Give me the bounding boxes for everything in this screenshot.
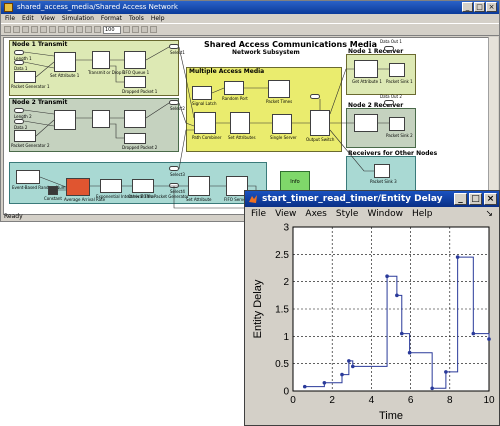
sim-close-button[interactable]: × xyxy=(486,2,497,12)
plot-menu-view[interactable]: View xyxy=(275,207,296,221)
data-point xyxy=(302,384,307,389)
y-tick-label: 2.5 xyxy=(275,250,289,261)
simulink-app-icon xyxy=(4,3,13,12)
x-tick-label: 0 xyxy=(290,395,296,406)
matlab-logo-icon xyxy=(249,195,257,203)
y-tick-label: 1 xyxy=(283,332,289,343)
library-icon[interactable] xyxy=(141,26,148,33)
build-icon[interactable] xyxy=(132,26,139,33)
plot-maximize-button[interactable]: □ xyxy=(469,193,482,205)
data-point xyxy=(322,381,327,385)
canvas-vertical-scrollbar[interactable] xyxy=(488,37,498,213)
x-axis-label: Time xyxy=(379,410,403,422)
data-point xyxy=(347,359,351,363)
undo-icon[interactable] xyxy=(67,26,74,33)
plot-window: start_timer_read_timer/Entity Delay _ □ … xyxy=(244,190,500,426)
plot-minimize-button[interactable]: _ xyxy=(454,193,467,205)
open-icon[interactable] xyxy=(13,26,20,33)
x-tick-label: 10 xyxy=(483,395,495,406)
data-point xyxy=(430,386,434,391)
status-text: Ready xyxy=(4,213,23,220)
data-point xyxy=(340,372,344,377)
sim-menu-edit[interactable]: Edit xyxy=(22,14,34,23)
plot-menu-help[interactable]: Help xyxy=(412,207,433,221)
plot-close-button[interactable]: × xyxy=(484,193,497,205)
plot-menu-file[interactable]: File xyxy=(251,207,266,221)
sim-menu-bar: File Edit View Simulation Format Tools H… xyxy=(1,14,499,23)
stop-icon[interactable] xyxy=(94,26,101,33)
mode-icon[interactable] xyxy=(123,26,130,33)
signal-wires xyxy=(23,46,389,209)
sim-toolbar: 100 xyxy=(1,23,499,36)
entity-delay-chart: 0 2 4 6 8 10 0 0.5 1 1.5 2 2.5 3 Time Entity Delay xyxy=(252,223,495,423)
y-tick-label: 3 xyxy=(283,223,289,234)
data-point xyxy=(444,370,448,374)
plot-menu-window[interactable]: Window xyxy=(367,207,403,221)
x-tick-label: 8 xyxy=(447,395,453,406)
y-tick-label: 2 xyxy=(283,277,289,288)
plot-window-title: start_timer_read_timer/Entity Delay xyxy=(262,194,443,204)
y-tick-label: 0 xyxy=(283,387,289,398)
plot-menu-axes[interactable]: Axes xyxy=(305,207,326,221)
x-tick-label: 6 xyxy=(408,395,414,406)
data-point xyxy=(455,255,460,259)
data-point xyxy=(471,331,476,336)
redo-icon[interactable] xyxy=(76,26,83,33)
sim-minimize-button[interactable]: _ xyxy=(462,2,473,12)
y-tick-label: 0.5 xyxy=(275,359,289,370)
sim-title: shared_access_media/Shared Access Networ… xyxy=(17,3,178,11)
sim-title-bar: shared_access_media/Shared Access Networ… xyxy=(1,1,499,14)
print-icon[interactable] xyxy=(31,26,38,33)
plot-menu-bar: File View Axes Style Window Help xyxy=(245,207,499,221)
y-axis-label: Entity Delay xyxy=(252,279,264,338)
sim-maximize-button[interactable]: □ xyxy=(474,2,485,12)
plot-title-bar: start_timer_read_timer/Entity Delay _ □ … xyxy=(245,191,499,207)
data-point xyxy=(395,293,399,298)
sim-menu-simulation[interactable]: Simulation xyxy=(62,14,94,23)
cut-icon[interactable] xyxy=(40,26,47,33)
save-icon[interactable] xyxy=(22,26,29,33)
data-point xyxy=(399,331,404,336)
sim-menu-format[interactable]: Format xyxy=(101,14,122,23)
data-point xyxy=(487,337,491,341)
data-point xyxy=(407,350,412,355)
data-point xyxy=(385,274,389,278)
sim-menu-tools[interactable]: Tools xyxy=(129,14,144,23)
sim-menu-help[interactable]: Help xyxy=(151,14,165,23)
x-tick-label: 2 xyxy=(329,395,335,406)
data-point xyxy=(350,364,355,369)
new-icon[interactable] xyxy=(4,26,11,33)
y-tick-label: 1.5 xyxy=(275,305,289,316)
dock-arrow-icon[interactable]: ↘ xyxy=(485,209,493,219)
x-tick-labels: 0 2 4 6 8 10 xyxy=(290,395,495,406)
stop-time-input[interactable]: 100 xyxy=(103,25,121,34)
model-canvas[interactable]: Node 1 Transmit Node 2 Transmit Multiple… xyxy=(3,37,491,215)
sim-menu-file[interactable]: File xyxy=(5,14,15,23)
y-tick-labels: 0 0.5 1 1.5 2 2.5 3 xyxy=(275,223,289,398)
paste-icon[interactable] xyxy=(58,26,65,33)
plot-menu-style[interactable]: Style xyxy=(336,207,359,221)
simulink-window: shared_access_media/Shared Access Networ… xyxy=(0,0,500,222)
play-icon[interactable] xyxy=(85,26,92,33)
x-tick-label: 4 xyxy=(369,395,375,406)
sim-menu-view[interactable]: View xyxy=(41,14,55,23)
copy-icon[interactable] xyxy=(49,26,56,33)
explorer-icon[interactable] xyxy=(150,26,157,33)
